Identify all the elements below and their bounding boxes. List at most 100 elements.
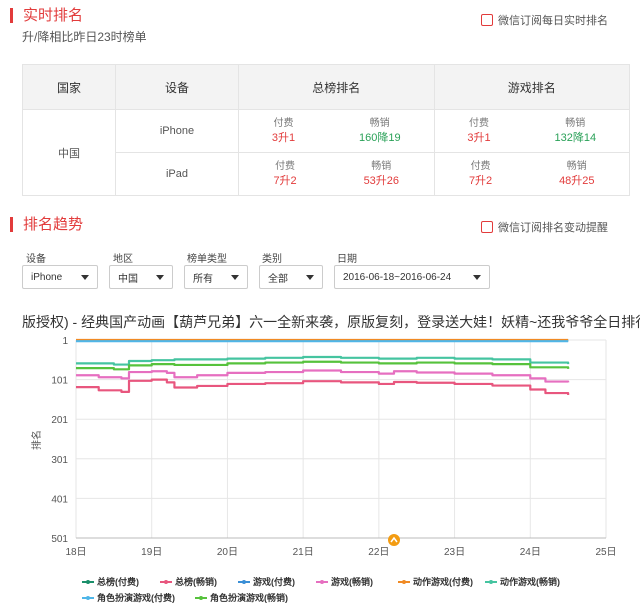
subscribe-daily[interactable]: 微信订阅每日实时排名 [481,12,608,28]
chevron-down-icon [306,274,314,280]
y-tick-label: 201 [51,415,68,426]
game-rank-cell: 付费 3升1 畅销 132降14 [433,109,630,153]
x-tick-label: 18日 [65,547,86,558]
legend-label: 游戏(畅销) [331,577,373,587]
y-tick-label: 1 [62,336,68,347]
filter-label-region: 地区 [113,254,133,265]
total-rank-cell: 付费 7升2 畅销 53升26 [238,152,435,196]
subscribe-alert[interactable]: 微信订阅排名变动提醒 [481,219,608,235]
device-cell: iPad [115,152,239,196]
x-tick-label: 19日 [141,547,162,558]
x-tick-label: 21日 [293,547,314,558]
grossing-rank: 48升25 [559,175,595,187]
paid-rank: 7升2 [468,175,493,187]
chevron-up-icon [390,536,398,543]
checkbox-icon[interactable] [481,221,493,233]
legend-item[interactable]: 游戏(畅销) [316,575,373,588]
device-cell: iPhone [115,109,239,153]
chevron-down-icon [156,274,164,280]
category-select-value: 全部 [268,273,288,285]
device-select[interactable]: iPhone [22,265,98,289]
category-select[interactable]: 全部 [259,265,323,289]
app-name-marquee: 版授权) - 经典国产动画【葫芦兄弟】六一全新来袭，原版复刻，登录送大娃！妖精~… [22,314,640,330]
chevron-down-icon [231,274,239,280]
x-tick-label: 22日 [368,547,389,558]
filter-label-listtype: 榜单类型 [187,254,227,265]
col-device: 设备 [115,64,239,110]
legend-label: 角色扮演游戏(付费) [97,593,175,603]
legend-item[interactable]: 总榜(畅销) [160,575,217,588]
chevron-down-icon [473,274,481,280]
col-total: 总榜排名 [238,64,435,110]
series-line [76,378,570,396]
y-tick-label: 401 [51,494,68,505]
col-country: 国家 [22,64,116,110]
legend-swatch [82,595,94,600]
legend-label: 总榜(付费) [97,577,139,587]
legend-swatch [398,579,410,584]
annotation-marker [388,534,400,546]
paid-label: 付费 [275,161,296,172]
grossing-rank: 53升26 [363,175,400,187]
game-rank-cell: 付费 7升2 畅销 48升25 [433,152,630,196]
listtype-select-value: 所有 [193,273,213,285]
legend-label: 角色扮演游戏(畅销) [210,593,288,603]
region-select[interactable]: 中国 [109,265,173,289]
ranking-table: 国家 设备 总榜排名 游戏排名 中国 iPhone 付费 3升1 畅销 160降19… [22,64,630,196]
filter-label-date: 日期 [337,254,357,265]
legend-swatch [195,595,207,600]
filter-label-category: 类别 [262,254,282,265]
x-tick-label: 23日 [444,547,465,558]
region-select-value: 中国 [118,273,138,285]
realtime-title: 实时排名 [10,8,83,23]
x-tick-label: 25日 [595,547,616,558]
grossing-label: 畅销 [369,118,390,129]
legend-label: 动作游戏(付费) [413,577,473,587]
legend-item[interactable]: 总榜(付费) [82,575,139,588]
grossing-label: 畅销 [566,161,587,172]
legend-swatch [316,579,328,584]
legend-item[interactable]: 动作游戏(付费) [398,575,473,588]
legend-label: 动作游戏(畅销) [500,577,560,587]
legend-item[interactable]: 动作游戏(畅销) [485,575,560,588]
filter-label-device: 设备 [26,254,46,265]
subscribe-daily-label: 微信订阅每日实时排名 [498,15,608,27]
legend-swatch [485,579,497,584]
paid-rank: 7升2 [273,175,297,187]
legend-swatch [82,579,94,584]
trend-title: 排名趋势 [10,217,83,232]
paid-rank: 3升1 [271,132,296,144]
grossing-label: 畅销 [565,118,586,129]
chevron-down-icon [81,274,89,280]
grossing-rank: 132降14 [554,132,597,144]
x-tick-label: 24日 [520,547,541,558]
device-select-value: iPhone [31,271,63,283]
country-cell: 中国 [22,109,116,196]
grossing-label: 畅销 [371,161,392,172]
paid-label: 付费 [273,118,294,129]
table-row: 中国 iPhone 付费 3升1 畅销 160降19 付费 3升1 畅销 132降14 [22,109,630,196]
realtime-subtitle: 升/降相比昨日23时榜单 [22,30,147,44]
legend-label: 游戏(付费) [253,577,295,587]
date-range-value: 2016-06-18~2016-06-24 [343,271,452,283]
series-line [76,360,570,371]
legend-item[interactable]: 角色扮演游戏(畅销) [195,591,288,604]
legend-swatch [238,579,250,584]
series-line [76,369,570,383]
paid-label: 付费 [469,118,490,129]
y-tick-label: 501 [51,534,68,545]
paid-label: 付费 [470,161,491,172]
series-line [76,355,570,366]
checkbox-icon[interactable] [481,14,493,26]
y-axis-label: 排名 [30,430,43,450]
legend-item[interactable]: 游戏(付费) [238,575,295,588]
date-range-select[interactable]: 2016-06-18~2016-06-24 [334,265,490,289]
legend-item[interactable]: 角色扮演游戏(付费) [82,591,175,604]
listtype-select[interactable]: 所有 [184,265,248,289]
col-game: 游戏排名 [433,64,630,110]
legend-label: 总榜(畅销) [175,577,217,587]
x-tick-label: 20日 [217,547,238,558]
legend-swatch [160,579,172,584]
paid-rank: 3升1 [467,132,491,144]
y-tick-label: 101 [51,376,68,387]
